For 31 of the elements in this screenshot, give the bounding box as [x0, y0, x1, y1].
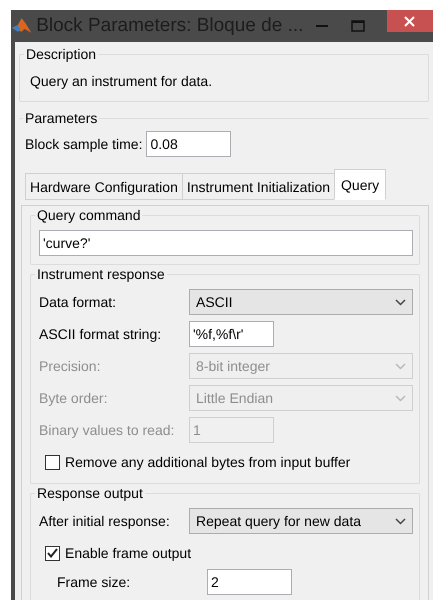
dropdown[interactable]: ASCII: [189, 289, 413, 315]
chevron-down-icon: [395, 298, 406, 306]
field-label: Block sample time:: [25, 136, 142, 152]
checkbox[interactable]: [45, 546, 60, 560]
checkbox-label: Enable frame output: [65, 545, 192, 561]
close-icon: [404, 16, 416, 26]
field-label: After initial response:: [39, 513, 171, 529]
description-text: Query an instrument for data.: [29, 72, 214, 91]
tab[interactable]: Hardware Configuration: [25, 173, 183, 200]
field-label: Data format:: [39, 294, 118, 310]
tab[interactable]: Instrument Initialization: [182, 173, 336, 200]
field-label: Precision:: [39, 358, 102, 374]
field-label: Byte order:: [39, 390, 108, 406]
maximize-icon: [351, 20, 366, 32]
tab[interactable]: Query: [334, 169, 386, 200]
checkbox[interactable]: [45, 454, 60, 470]
close-button[interactable]: [386, 10, 433, 32]
input-field[interactable]: 0.08: [146, 131, 232, 157]
chevron-down-icon: [395, 394, 406, 402]
chevron-down-icon: [395, 518, 406, 524]
input-field[interactable]: '%f,%f\r': [189, 321, 274, 347]
input-field[interactable]: 2: [207, 569, 292, 595]
field-label: ASCII format string:: [39, 326, 162, 342]
checkmark-icon: [47, 548, 58, 558]
field-label: Binary values to read:: [39, 422, 176, 438]
checkbox-label: Remove any additional bytes from input buffer: [65, 454, 350, 470]
input-field[interactable]: 'curve?': [39, 230, 413, 256]
field-label: Frame size:: [57, 574, 132, 590]
chevron-down-icon: [395, 362, 406, 370]
minimize-icon: [316, 25, 328, 27]
dropdown[interactable]: Repeat query for new data: [189, 508, 413, 534]
